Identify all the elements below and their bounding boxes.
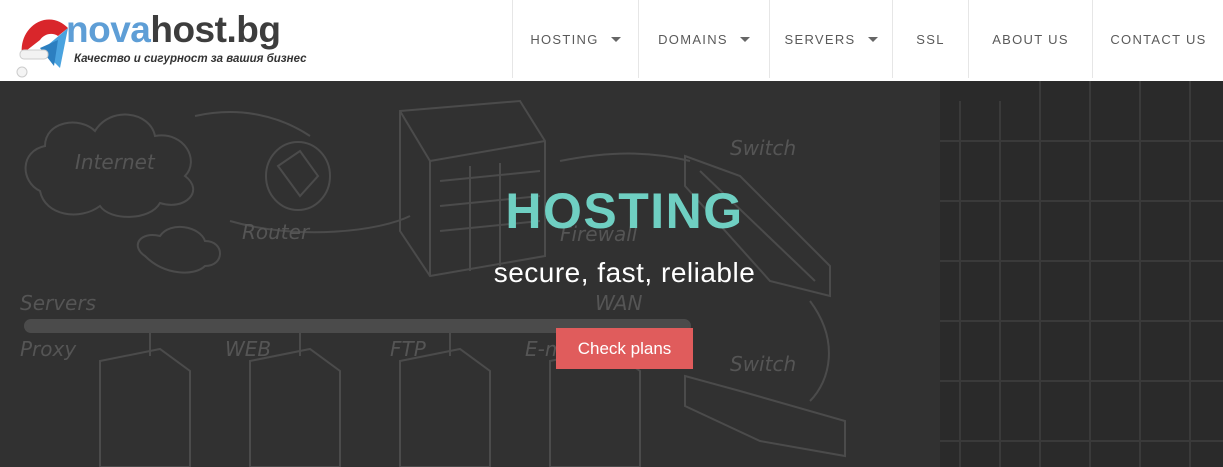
sketch-label-ftp: FTP (390, 337, 427, 361)
nav-label-contact-us: CONTACT US (1110, 31, 1207, 47)
nav-label-ssl: SSL (916, 31, 945, 47)
sketch-label-proxy: Proxy (20, 337, 77, 361)
server-icon (399, 347, 491, 467)
nav-item-domains[interactable]: DOMAINS (638, 0, 769, 78)
server-icon (249, 347, 341, 467)
hero-title: HOSTING (505, 183, 744, 239)
santa-hat-logo-icon (16, 19, 69, 78)
sketch-label-wan: WAN (595, 291, 642, 315)
nav-item-hosting[interactable]: HOSTING (512, 0, 638, 78)
caret-down-icon (867, 36, 878, 42)
sketch-label-servers: Servers (20, 291, 96, 315)
nav-item-about-us[interactable]: ABOUT US (968, 0, 1092, 78)
nav-label-servers: SERVERS (784, 31, 856, 47)
check-plans-button[interactable]: Check plans (556, 328, 693, 369)
sketch-label-internet: Internet (75, 150, 156, 174)
server-icon (99, 347, 191, 467)
nav-label-hosting: HOSTING (530, 31, 599, 47)
brand-tagline: Качество и сигурност за вашия бизнес (74, 53, 307, 65)
brand-name-second: host.bg (150, 9, 281, 50)
hero-subtitle: secure, fast, reliable (493, 257, 756, 288)
caret-down-icon (610, 36, 621, 42)
nav-item-ssl[interactable]: SSL (892, 0, 968, 78)
caret-down-icon (739, 36, 750, 42)
logo[interactable]: novahost.bg Качество и сигурност за ваши… (14, 6, 314, 78)
nav-item-contact-us[interactable]: CONTACT US (1092, 0, 1223, 78)
brand-name-first: nova (66, 9, 151, 50)
nav-item-servers[interactable]: SERVERS (769, 0, 892, 78)
site-header: novahost.bg Качество и сигурност за ваши… (0, 0, 1223, 81)
nav-label-about-us: ABOUT US (992, 31, 1069, 47)
sketch-label-switch-bottom: Switch (730, 352, 796, 376)
sketch-label-web: WEB (225, 337, 271, 361)
hero-banner: Internet Router Firewall Switch Switch S… (0, 81, 1223, 467)
sketch-label-switch-top: Switch (730, 136, 796, 160)
nav-label-domains: DOMAINS (658, 31, 728, 47)
brand-name: novahost.bg (66, 8, 281, 52)
main-nav: HOSTING DOMAINS SERVERS SSL ABOUT US CON… (512, 0, 1223, 78)
